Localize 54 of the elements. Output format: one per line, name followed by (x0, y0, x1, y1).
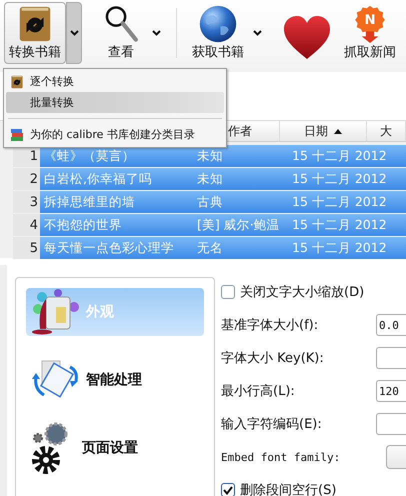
author-cell-text: 未知 (196, 170, 224, 188)
title-cell-text: 白岩松,你幸福了吗 (43, 170, 153, 188)
author-cell-text: 古典 (196, 192, 224, 210)
font-combo-box[interactable] (386, 445, 406, 469)
checkbox-label: 删除段间空行(S) (240, 482, 336, 496)
title-cell-text: 《蛙》（莫言） (43, 146, 136, 164)
toolbar-button[interactable]: 转换书籍 (4, 2, 66, 64)
author-cell-text: 未知 (196, 146, 224, 164)
row-number: 3 (13, 191, 40, 213)
sidebar-item[interactable]: 智能处理 (26, 356, 204, 404)
sort-arrow-icon (334, 128, 342, 134)
caret-icon (70, 30, 78, 36)
sidebar-item[interactable]: 页面设置 (26, 424, 204, 472)
author-cell-text: 无名 (196, 238, 224, 256)
date-cell-text: 15 十二月 2012 (291, 170, 388, 188)
field-label: 输入字符编码(E): (221, 416, 322, 433)
input-field[interactable]: 120 (376, 380, 406, 402)
title-cell-text: 每天懂一点色彩心理学 (43, 238, 175, 256)
checkbox-label: 关闭文字大小缩放(D) (240, 284, 364, 301)
toolbar-button[interactable]: 获取书籍 (187, 2, 249, 64)
book-arrows-icon (10, 74, 24, 88)
check-icon (223, 486, 233, 494)
title-cell-text: 不抱怨的世界 (43, 216, 123, 234)
field-label: 基准字体大小(f): (221, 317, 318, 334)
page-rotate-icon (30, 359, 80, 401)
dropdown-button[interactable] (66, 2, 82, 64)
menu-item[interactable]: 逐个转换 (6, 71, 224, 92)
toolbar-button[interactable]: N 抓取新闻 (339, 2, 401, 64)
menu-item[interactable]: 批量转换 (6, 92, 224, 113)
field-label: 字体大小 Key(K): (221, 350, 324, 367)
checkbox[interactable] (221, 483, 235, 496)
row-number: 2 (13, 168, 40, 190)
caret-icon (152, 30, 160, 36)
date-cell-text: 15 十二月 2012 (291, 146, 388, 164)
field-label: 最小行高(L): (221, 383, 295, 400)
checkbox[interactable] (221, 285, 235, 299)
row-number: 5 (13, 237, 40, 259)
column-header[interactable]: 日期 (280, 121, 367, 141)
input-field[interactable] (376, 347, 406, 369)
author-cell-text: [美] 威尔·鲍温 (196, 216, 281, 234)
input-field[interactable] (376, 413, 406, 435)
toolbar-button[interactable]: 查看 (94, 2, 148, 64)
date-cell-text: 15 十二月 2012 (291, 216, 388, 234)
title-cell-text: 拆掉思维里的墙 (43, 192, 136, 210)
paint-bucket-icon (30, 289, 80, 335)
column-header[interactable]: 大 (366, 121, 406, 141)
caret-icon (252, 30, 262, 36)
date-cell-text: 15 十二月 2012 (291, 192, 388, 210)
books-icon (10, 128, 24, 142)
field-label: Embed font family: (221, 450, 340, 464)
date-cell-text: 15 十二月 2012 (291, 238, 388, 256)
input-field[interactable]: 0.0 (376, 314, 406, 336)
row-number: 4 (13, 214, 40, 236)
heart-icon (282, 15, 332, 61)
